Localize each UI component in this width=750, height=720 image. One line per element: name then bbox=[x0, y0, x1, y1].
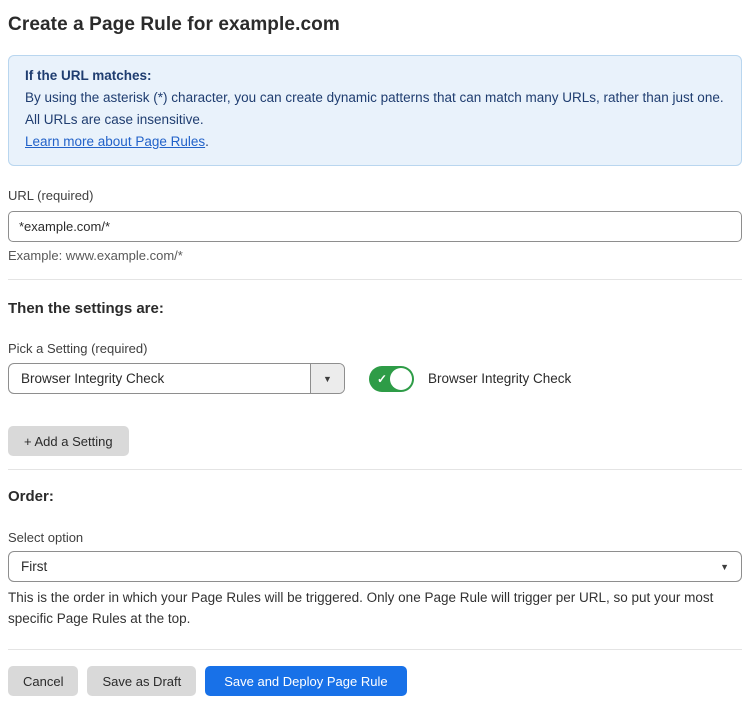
url-matches-info-box: If the URL matches: By using the asteris… bbox=[8, 55, 742, 166]
info-box-heading: If the URL matches: bbox=[25, 65, 725, 87]
toggle-label: Browser Integrity Check bbox=[428, 371, 571, 386]
info-box-body: By using the asterisk (*) character, you… bbox=[25, 87, 725, 131]
save-draft-button[interactable]: Save as Draft bbox=[87, 666, 196, 696]
pick-setting-label: Pick a Setting (required) bbox=[8, 341, 742, 356]
learn-more-link[interactable]: Learn more about Page Rules bbox=[25, 134, 205, 149]
divider bbox=[8, 649, 742, 650]
divider bbox=[8, 469, 742, 470]
caret-down-icon[interactable]: ▼ bbox=[310, 364, 344, 393]
setting-toggle[interactable]: ✓ bbox=[369, 366, 414, 392]
order-description: This is the order in which your Page Rul… bbox=[8, 587, 740, 629]
create-page-rule-form: Create a Page Rule for example.com If th… bbox=[0, 14, 750, 696]
info-link-row: Learn more about Page Rules. bbox=[25, 131, 725, 153]
setting-select[interactable]: Browser Integrity Check ▼ bbox=[8, 363, 345, 394]
check-icon: ✓ bbox=[377, 372, 387, 384]
caret-down-icon: ▼ bbox=[720, 562, 729, 572]
order-select-value: First bbox=[21, 559, 47, 574]
url-label: URL (required) bbox=[8, 188, 742, 203]
order-section-heading: Order: bbox=[8, 488, 742, 505]
footer-actions: Cancel Save as Draft Save and Deploy Pag… bbox=[8, 666, 742, 696]
save-deploy-button[interactable]: Save and Deploy Page Rule bbox=[205, 666, 406, 696]
toggle-knob bbox=[390, 368, 412, 390]
cancel-button[interactable]: Cancel bbox=[8, 666, 78, 696]
link-suffix: . bbox=[205, 134, 209, 149]
order-select[interactable]: First ▼ bbox=[8, 551, 742, 582]
settings-section-heading: Then the settings are: bbox=[8, 300, 742, 317]
url-example-helper: Example: www.example.com/* bbox=[8, 248, 742, 263]
url-input[interactable] bbox=[8, 211, 742, 242]
setting-row: Browser Integrity Check ▼ ✓ Browser Inte… bbox=[8, 363, 742, 394]
setting-select-value: Browser Integrity Check bbox=[9, 364, 310, 393]
select-option-label: Select option bbox=[8, 530, 742, 545]
page-title: Create a Page Rule for example.com bbox=[8, 14, 742, 36]
divider bbox=[8, 279, 742, 280]
add-setting-button[interactable]: + Add a Setting bbox=[8, 426, 129, 456]
